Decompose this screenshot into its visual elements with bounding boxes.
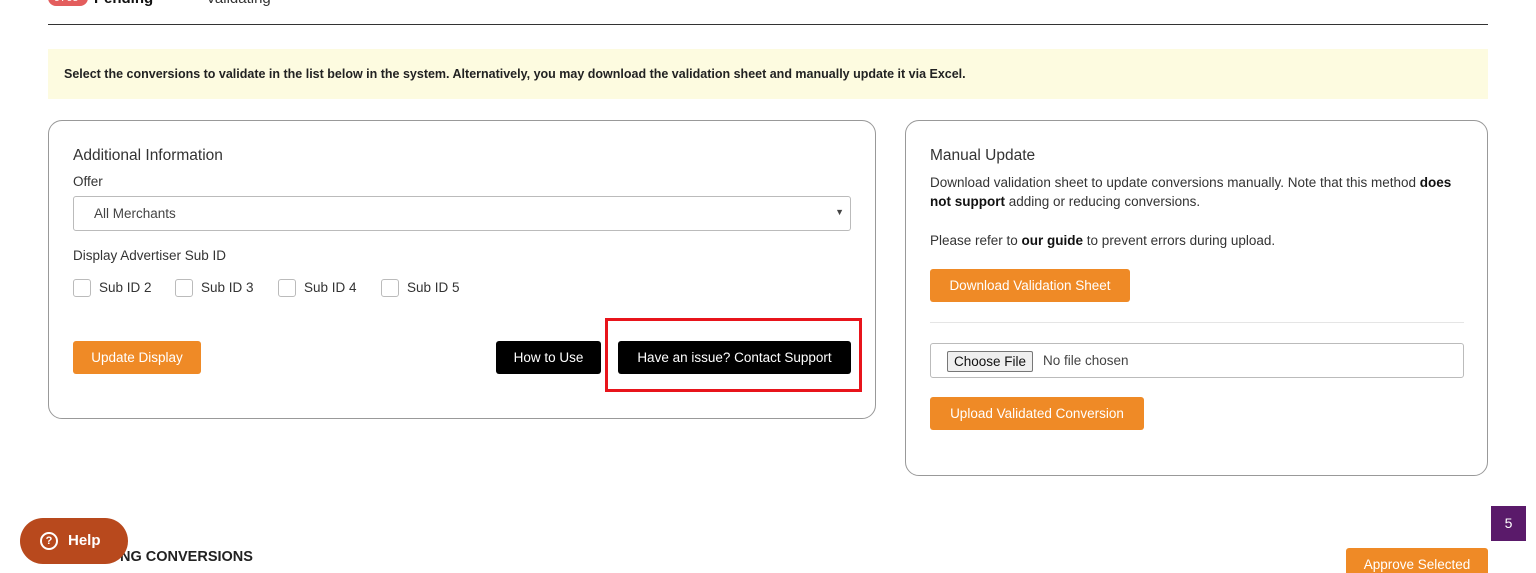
- question-icon: ?: [40, 532, 58, 550]
- subid-2-label: Sub ID 2: [99, 280, 152, 295]
- checkbox-box[interactable]: [381, 279, 399, 297]
- help-label: Help: [68, 532, 101, 549]
- help-button[interactable]: ? Help: [20, 518, 128, 564]
- download-validation-sheet-button[interactable]: Download Validation Sheet: [930, 269, 1130, 302]
- manual-update-description: Download validation sheet to update conv…: [930, 173, 1460, 211]
- offer-select[interactable]: All Merchants ▼: [73, 196, 851, 231]
- tab-validating[interactable]: Validating: [206, 0, 271, 8]
- guide-text-1: Please refer to: [930, 233, 1022, 248]
- status-tabs: 9765 Pending Validating: [48, 0, 1488, 25]
- page-number-badge[interactable]: 5: [1491, 506, 1526, 541]
- checkbox-box[interactable]: [73, 279, 91, 297]
- additional-information-title: Additional Information: [73, 147, 223, 164]
- guide-text-2: to prevent errors during upload.: [1083, 233, 1276, 248]
- guide-note: Please refer to our guide to prevent err…: [930, 231, 1460, 250]
- checkbox-box[interactable]: [175, 279, 193, 297]
- subid-4-label: Sub ID 4: [304, 280, 357, 295]
- offer-select-value: All Merchants: [94, 206, 176, 221]
- approve-selected-button[interactable]: Approve Selected: [1346, 548, 1488, 573]
- section-heading: NG CONVERSIONS: [120, 549, 253, 565]
- choose-file-button[interactable]: Choose File: [947, 351, 1034, 372]
- subid-3-label: Sub ID 3: [201, 280, 254, 295]
- manual-update-title: Manual Update: [930, 147, 1036, 164]
- pending-count-badge: 9765: [48, 0, 88, 6]
- description-text-2: adding or reducing conversions.: [1004, 194, 1201, 209]
- offer-label: Offer: [73, 174, 103, 189]
- manual-update-card: Manual Update Download validation sheet …: [905, 120, 1488, 476]
- support-highlight-box: [605, 318, 862, 392]
- guide-link[interactable]: our guide: [1022, 233, 1084, 248]
- divider: [930, 322, 1464, 323]
- tab-pending[interactable]: Pending: [94, 0, 153, 8]
- upload-validated-conversion-button[interactable]: Upload Validated Conversion: [930, 397, 1144, 430]
- description-text-1: Download validation sheet to update conv…: [930, 175, 1420, 190]
- how-to-use-button[interactable]: How to Use: [496, 341, 601, 374]
- file-upload-input[interactable]: Choose File No file chosen: [930, 343, 1464, 378]
- subid-label: Display Advertiser Sub ID: [73, 248, 227, 263]
- update-display-button[interactable]: Update Display: [73, 341, 201, 374]
- file-status-text: No file chosen: [1043, 353, 1129, 368]
- checkbox-box[interactable]: [278, 279, 296, 297]
- chevron-down-icon: ▼: [835, 207, 844, 217]
- subid-5-label: Sub ID 5: [407, 280, 460, 295]
- notice-text: Select the conversions to validate in th…: [64, 67, 966, 81]
- notice-banner: Select the conversions to validate in th…: [48, 49, 1488, 99]
